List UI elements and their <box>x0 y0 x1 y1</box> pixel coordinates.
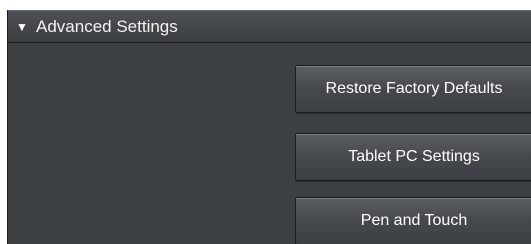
pen-and-touch-button[interactable]: Pen and Touch <box>295 197 531 244</box>
section-title: Advanced Settings <box>36 16 178 36</box>
advanced-settings-panel: ▼ Advanced Settings Restore Factory Defa… <box>7 10 531 244</box>
pen-and-touch-label: Pen and Touch <box>360 212 468 229</box>
tablet-pc-settings-button[interactable]: Tablet PC Settings <box>295 133 531 181</box>
restore-factory-defaults-label: Restore Factory Defaults <box>325 80 503 97</box>
collapse-triangle-icon: ▼ <box>16 19 28 34</box>
restore-factory-defaults-button[interactable]: Restore Factory Defaults <box>295 65 531 113</box>
tablet-pc-settings-label: Tablet PC Settings <box>348 148 480 165</box>
advanced-settings-header[interactable]: ▼ Advanced Settings <box>8 10 531 43</box>
